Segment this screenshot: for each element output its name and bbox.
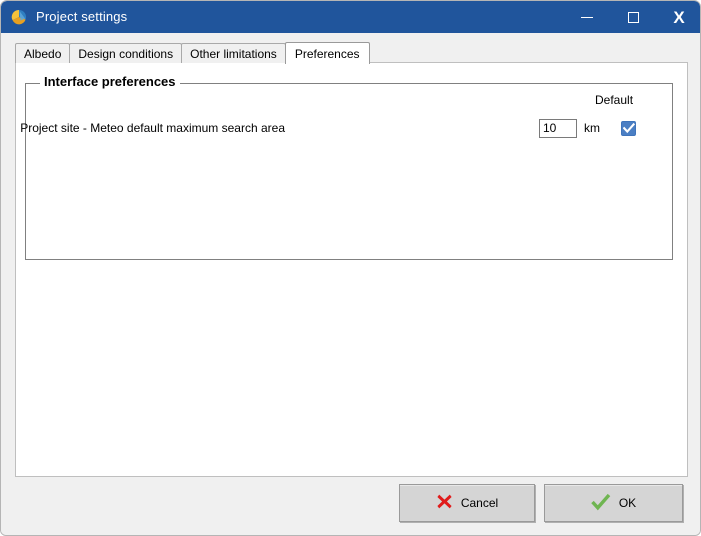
meteo-search-area-row: Project site - Meteo default maximum sea… xyxy=(20,117,674,139)
minimize-icon xyxy=(581,17,593,18)
tab-albedo[interactable]: Albedo xyxy=(15,43,71,63)
ok-button[interactable]: OK xyxy=(544,484,683,522)
cancel-button-label: Cancel xyxy=(460,496,499,510)
pvsyst-logo-icon xyxy=(11,9,27,25)
window-title: Project settings xyxy=(36,9,128,24)
window-controls: X xyxy=(564,1,700,33)
meteo-search-area-unit: km xyxy=(584,121,600,135)
title-bar: Project settings X xyxy=(1,1,700,33)
maximize-icon xyxy=(627,11,639,23)
checkmark-icon xyxy=(622,122,635,133)
red-x-icon xyxy=(436,493,453,513)
dialog-footer: Cancel OK xyxy=(1,477,700,535)
maximize-button[interactable] xyxy=(610,1,656,33)
default-column-header: Default xyxy=(595,93,634,107)
cancel-button[interactable]: Cancel xyxy=(399,484,535,522)
close-button[interactable]: X xyxy=(656,1,700,33)
tab-strip: Albedo Design conditions Other limitatio… xyxy=(15,41,370,64)
ok-button-label: OK xyxy=(618,496,637,510)
group-legend: Interface preferences xyxy=(40,75,180,88)
green-check-icon xyxy=(591,493,611,514)
preferences-tab-panel: Interface preferences Default Project si… xyxy=(15,62,688,477)
minimize-button[interactable] xyxy=(564,1,610,33)
tab-preferences[interactable]: Preferences xyxy=(284,42,370,64)
interface-preferences-group: Interface preferences Default Project si… xyxy=(20,75,674,260)
tab-other-limitations[interactable]: Other limitations xyxy=(181,43,286,63)
project-settings-dialog: Project settings X Albedo Design conditi… xyxy=(0,0,701,536)
meteo-search-area-default-checkbox[interactable] xyxy=(621,120,636,136)
meteo-search-area-label: Project site - Meteo default maximum sea… xyxy=(20,121,285,135)
meteo-search-area-input[interactable] xyxy=(539,118,577,138)
tab-design-conditions[interactable]: Design conditions xyxy=(69,43,183,63)
